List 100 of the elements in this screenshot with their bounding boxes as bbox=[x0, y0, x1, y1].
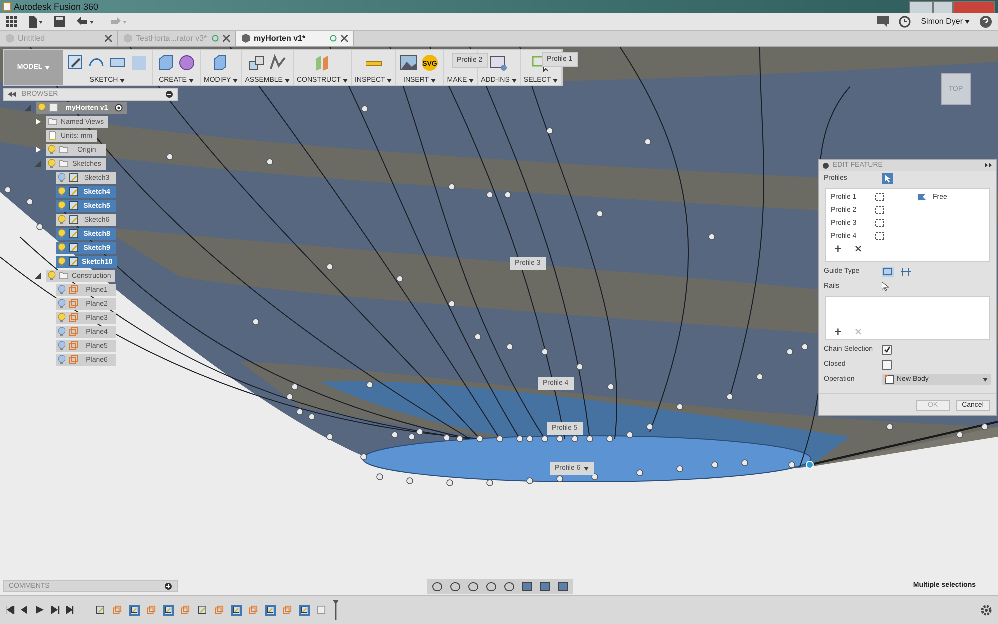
caret-icon bbox=[431, 78, 436, 82]
pin-icon[interactable] bbox=[166, 91, 173, 98]
zoom-icon[interactable] bbox=[502, 580, 516, 592]
measure-icon bbox=[366, 60, 382, 66]
lightbulb-icon[interactable] bbox=[58, 201, 66, 211]
remove-button[interactable]: × bbox=[851, 244, 866, 255]
sketch-icon bbox=[131, 605, 138, 615]
cube-icon bbox=[241, 34, 250, 43]
script-icon bbox=[490, 54, 508, 72]
expand-icon[interactable] bbox=[985, 163, 992, 168]
undo-icon[interactable] bbox=[75, 16, 97, 27]
joint-icon bbox=[248, 54, 266, 72]
next-icon[interactable] bbox=[51, 606, 60, 614]
first-icon[interactable] bbox=[6, 606, 15, 614]
plane-icon bbox=[181, 605, 190, 615]
zoom-window-icon[interactable] bbox=[484, 580, 498, 592]
folder-icon bbox=[48, 117, 58, 127]
caret-icon bbox=[284, 78, 290, 82]
sketch-icon bbox=[69, 187, 79, 197]
add-button[interactable]: + bbox=[831, 244, 846, 255]
app-logo-icon bbox=[3, 2, 11, 11]
window-title: Autodesk Fusion 360 bbox=[14, 2, 99, 12]
help-icon[interactable] bbox=[980, 16, 992, 28]
viewports-icon[interactable] bbox=[556, 580, 570, 592]
grid-menu-icon[interactable] bbox=[6, 16, 18, 28]
grid-icon[interactable] bbox=[538, 580, 552, 592]
checkbox[interactable] bbox=[882, 344, 892, 354]
lightbulb-icon[interactable] bbox=[58, 243, 66, 253]
look-at-icon[interactable] bbox=[448, 580, 462, 592]
settings-icon[interactable] bbox=[981, 604, 992, 616]
previous-icon[interactable] bbox=[21, 606, 30, 614]
user-menu[interactable]: Simon Dyer bbox=[921, 17, 970, 26]
close-icon[interactable] bbox=[223, 35, 230, 42]
caret-icon bbox=[553, 78, 558, 82]
caret-icon bbox=[512, 78, 517, 82]
timeline-item[interactable] bbox=[265, 604, 276, 616]
document-icon bbox=[48, 131, 58, 141]
sketch-icon bbox=[69, 229, 79, 239]
sketch-icon bbox=[69, 201, 79, 211]
lightbulb-icon[interactable] bbox=[58, 229, 66, 239]
caret-icon bbox=[469, 78, 474, 82]
plane-icon bbox=[147, 605, 156, 615]
display-icon[interactable] bbox=[520, 580, 534, 592]
cursor-icon bbox=[882, 282, 889, 291]
caret-icon bbox=[983, 378, 988, 382]
play-icon[interactable] bbox=[36, 606, 45, 614]
collapse-icon[interactable] bbox=[8, 92, 16, 97]
close-button[interactable] bbox=[953, 0, 995, 14]
lightbulb-icon[interactable] bbox=[58, 257, 66, 267]
close-icon[interactable] bbox=[105, 35, 112, 42]
sketch-icon bbox=[69, 257, 79, 267]
plane-icon bbox=[113, 605, 122, 615]
sketch-icon bbox=[301, 605, 308, 615]
expand-arrow[interactable] bbox=[35, 272, 44, 280]
timeline-item[interactable] bbox=[197, 604, 208, 616]
document-tab[interactable]: myHorten v1* bbox=[236, 31, 354, 46]
plane-icon bbox=[249, 605, 258, 615]
linkage-icon bbox=[269, 54, 288, 72]
sketch-icon bbox=[267, 605, 274, 615]
clock-icon[interactable] bbox=[899, 16, 912, 28]
sketch-icon bbox=[69, 215, 79, 225]
minimize-button[interactable] bbox=[909, 0, 933, 14]
sketch-icon bbox=[69, 243, 79, 253]
cube-icon bbox=[5, 34, 14, 43]
timeline-item[interactable] bbox=[299, 604, 310, 616]
timeline-item[interactable] bbox=[95, 604, 106, 616]
timeline-item[interactable] bbox=[231, 604, 242, 616]
timeline-item[interactable] bbox=[163, 604, 174, 616]
caret-icon bbox=[233, 78, 238, 82]
plane-icon bbox=[283, 605, 292, 615]
add-button[interactable]: + bbox=[831, 327, 846, 338]
file-menu-icon[interactable] bbox=[28, 16, 44, 28]
new-body-icon bbox=[885, 375, 894, 384]
image-icon bbox=[400, 54, 418, 72]
select-button[interactable] bbox=[882, 173, 893, 184]
sketch-icon bbox=[96, 605, 105, 615]
checkbox[interactable] bbox=[882, 360, 892, 370]
last-icon[interactable] bbox=[66, 606, 75, 614]
timeline-marker-icon[interactable] bbox=[333, 600, 339, 620]
close-icon[interactable] bbox=[341, 35, 348, 42]
caret-icon bbox=[965, 20, 970, 24]
centerline-icon[interactable] bbox=[900, 266, 912, 276]
grid-sphere-icon bbox=[178, 54, 196, 72]
lightbulb-icon[interactable] bbox=[58, 187, 66, 197]
pan-icon[interactable] bbox=[466, 580, 480, 592]
add-comment-icon[interactable] bbox=[165, 582, 172, 590]
sketch-icon bbox=[67, 54, 85, 72]
timeline-item[interactable] bbox=[129, 604, 140, 616]
box-icon bbox=[157, 54, 175, 72]
plane-icon bbox=[215, 605, 224, 615]
flag-icon[interactable] bbox=[917, 193, 927, 202]
folder-icon bbox=[59, 271, 69, 281]
rails-icon[interactable] bbox=[882, 266, 894, 276]
caret-icon bbox=[120, 78, 126, 82]
save-icon[interactable] bbox=[54, 16, 65, 27]
orbit-icon[interactable] bbox=[430, 580, 444, 592]
sketch-icon bbox=[198, 605, 207, 615]
target-icon bbox=[115, 104, 123, 112]
comment-icon[interactable] bbox=[877, 16, 890, 27]
maximize-button[interactable] bbox=[933, 0, 953, 14]
